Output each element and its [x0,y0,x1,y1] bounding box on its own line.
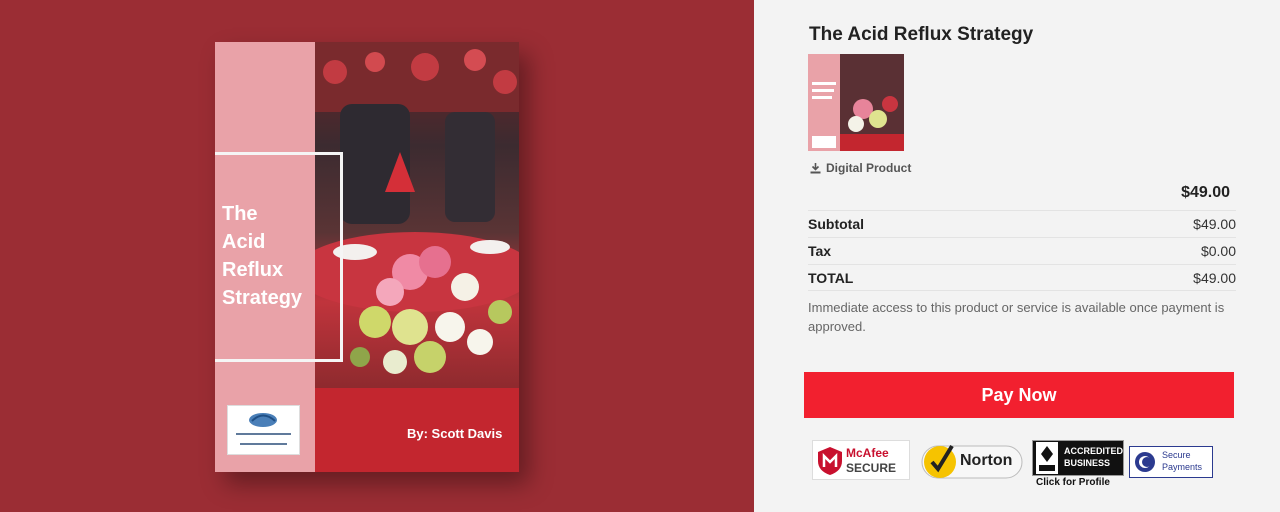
totals-table: Subtotal $49.00 Tax $0.00 TOTAL $49.00 [808,210,1236,291]
bbb-caption: Click for Profile [1036,477,1110,488]
secure-payments-badge[interactable]: Secure Payments [1129,446,1213,478]
norton-badge[interactable]: Norton [920,440,1024,484]
product-type: Digital Product [810,161,911,175]
mcafee-badge[interactable]: McAfee SECURE [812,440,910,480]
checkout-panel: The Acid Reflux Strategy Digital Product… [754,0,1280,512]
bbb-badge[interactable]: ACCREDITED BUSINESS Click for Profile [1032,440,1124,490]
banquet-photo [315,42,519,374]
access-notice: Immediate access to this product or serv… [808,300,1225,334]
bbb-line-2: BUSINESS [1064,458,1111,468]
totals-value: $49.00 [1193,269,1236,286]
secure-line-2: Payments [1162,462,1203,472]
download-icon [810,162,821,173]
mcafee-label: McAfee [846,446,889,460]
totals-row-tax: Tax $0.00 [808,237,1236,264]
hero-panel: The Acid Reflux Strategy By: Scott Davis [0,0,754,512]
book-title-line: Reflux [222,259,284,281]
pay-now-button[interactable]: Pay Now [804,372,1234,418]
norton-label: Norton [960,452,1013,469]
product-title: The Acid Reflux Strategy [809,24,1034,45]
mcafee-sublabel: SECURE [846,461,897,475]
product-type-label: Digital Product [826,161,912,175]
trust-badges: McAfee SECURE Norton ACCREDITED BUSINESS… [812,440,1232,490]
totals-label: Tax [808,243,832,259]
mcafee-shield-icon [818,447,842,475]
product-price: $49.00 [1181,184,1230,201]
totals-label: Subtotal [808,216,864,232]
book-title-line: Acid [222,231,266,253]
book-title: The Acid Reflux Strategy [222,200,317,312]
secure-payments-icon [1135,452,1155,472]
book-photo [315,42,519,388]
product-thumbnail [808,54,904,151]
totals-label: TOTAL [808,269,854,286]
totals-value: $49.00 [1193,216,1236,232]
secure-line-1: Secure [1162,450,1191,460]
bbb-torch-icon [1036,442,1058,474]
totals-row-total: TOTAL $49.00 [808,264,1236,291]
totals-row-subtotal: Subtotal $49.00 [808,210,1236,237]
book-author: By: Scott Davis [407,426,503,441]
blue-heron-logo [227,405,300,455]
bbb-line-1: ACCREDITED [1064,446,1124,456]
totals-value: $0.00 [1200,243,1236,259]
book-title-line: The [222,203,258,225]
book-cover: The Acid Reflux Strategy By: Scott Davis [215,42,519,472]
book-title-line: Strategy [222,287,303,309]
